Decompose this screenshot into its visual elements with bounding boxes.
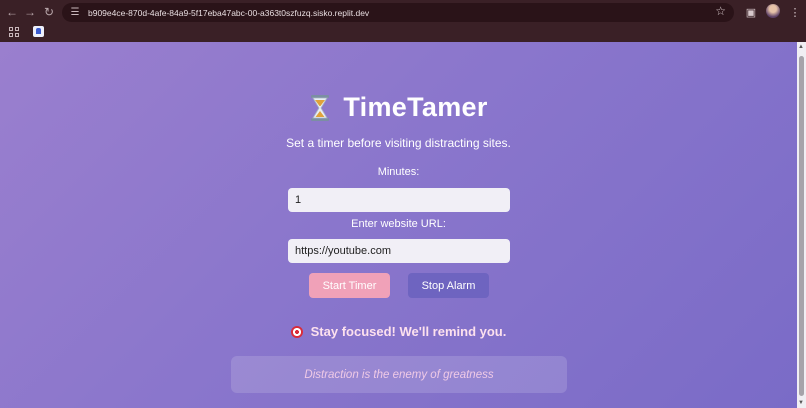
scroll-down-icon[interactable]: ▼ xyxy=(798,400,804,406)
url-label: Enter website URL: xyxy=(351,218,446,230)
back-arrow-icon[interactable]: ← xyxy=(3,3,21,21)
apps-grid-icon[interactable] xyxy=(9,27,19,37)
quote-text: Distraction is the enemy of greatness xyxy=(304,368,494,381)
quote-box: Distraction is the enemy of greatness xyxy=(231,356,567,393)
app-page: TimeTamer Set a timer before visiting di… xyxy=(0,42,797,408)
profile-avatar[interactable] xyxy=(762,3,784,21)
address-bar[interactable]: ☰ b909e4ce-870d-4afe-84a9-5f17eba47abc-0… xyxy=(62,3,734,22)
page-scrollbar[interactable]: ▲ ▼ xyxy=(797,42,806,408)
browser-chrome: ← → ↻ ☰ b909e4ce-870d-4afe-84a9-5f17eba4… xyxy=(0,0,806,42)
scroll-up-icon[interactable]: ▲ xyxy=(798,44,804,50)
bookmark-favicon-icon[interactable] xyxy=(33,26,44,37)
reminder-row: Stay focused! We'll remind you. xyxy=(0,324,797,339)
kebab-menu-icon[interactable]: ⋮ xyxy=(784,6,806,19)
minutes-input[interactable] xyxy=(288,188,510,212)
page-title: TimeTamer xyxy=(343,92,488,122)
minutes-label: Minutes: xyxy=(377,166,420,178)
hourglass-icon xyxy=(311,94,330,121)
target-icon xyxy=(290,325,303,338)
scrollbar-thumb[interactable] xyxy=(799,56,804,396)
reminder-text: Stay focused! We'll remind you. xyxy=(310,324,507,339)
url-input[interactable] xyxy=(288,239,510,263)
start-timer-button[interactable]: Start Timer xyxy=(309,273,390,298)
extensions-puzzle-icon[interactable]: ▣ xyxy=(740,6,762,19)
page-subtitle: Set a timer before visiting distracting … xyxy=(286,136,511,150)
forward-arrow-icon[interactable]: → xyxy=(21,3,39,21)
toolbar-right: ▣ ⋮ xyxy=(740,3,806,21)
stop-alarm-button[interactable]: Stop Alarm xyxy=(408,273,489,298)
site-info-icon[interactable]: ☰ xyxy=(68,6,82,20)
reload-icon[interactable]: ↻ xyxy=(40,3,58,21)
title-row: TimeTamer xyxy=(0,92,797,123)
bookmark-star-icon[interactable]: ☆ xyxy=(715,4,726,18)
address-url[interactable]: b909e4ce-870d-4afe-84a9-5f17eba47abc-00-… xyxy=(88,8,369,18)
